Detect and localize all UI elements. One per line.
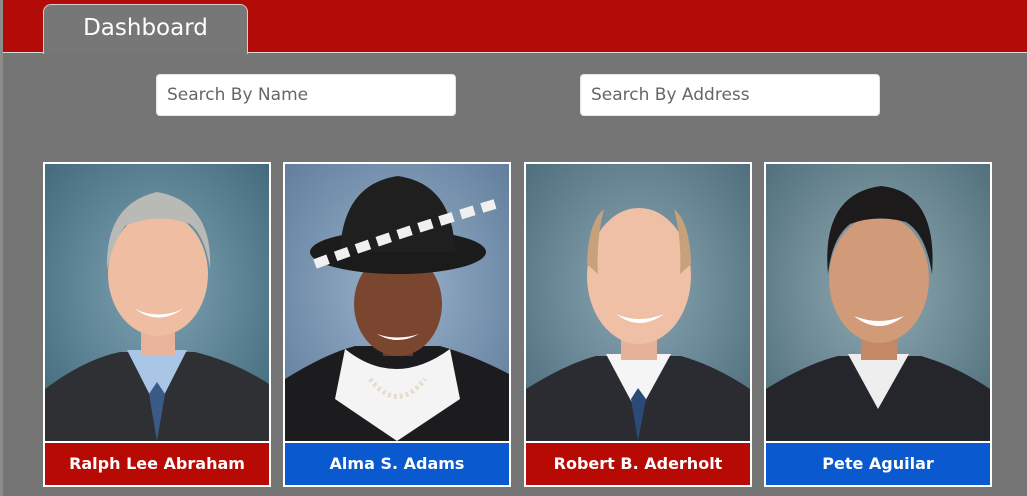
member-photo bbox=[285, 164, 509, 441]
member-card[interactable]: Pete Aguilar bbox=[764, 162, 992, 487]
member-photo bbox=[526, 164, 750, 441]
member-photo bbox=[45, 164, 269, 441]
search-by-address-input[interactable] bbox=[580, 74, 880, 116]
member-card[interactable]: Ralph Lee Abraham bbox=[43, 162, 271, 487]
member-name-label: Robert B. Aderholt bbox=[526, 443, 750, 485]
member-card[interactable]: Alma S. Adams bbox=[283, 162, 511, 487]
member-card[interactable]: Robert B. Aderholt bbox=[524, 162, 752, 487]
member-name-label: Alma S. Adams bbox=[285, 443, 509, 485]
tab-dashboard[interactable]: Dashboard bbox=[43, 4, 248, 54]
search-by-name-input[interactable] bbox=[156, 74, 456, 116]
member-photo bbox=[766, 164, 990, 441]
dashboard-page: Dashboard Ralph Lee bbox=[0, 0, 1027, 496]
member-name-label: Pete Aguilar bbox=[766, 443, 990, 485]
member-name-label: Ralph Lee Abraham bbox=[45, 443, 269, 485]
